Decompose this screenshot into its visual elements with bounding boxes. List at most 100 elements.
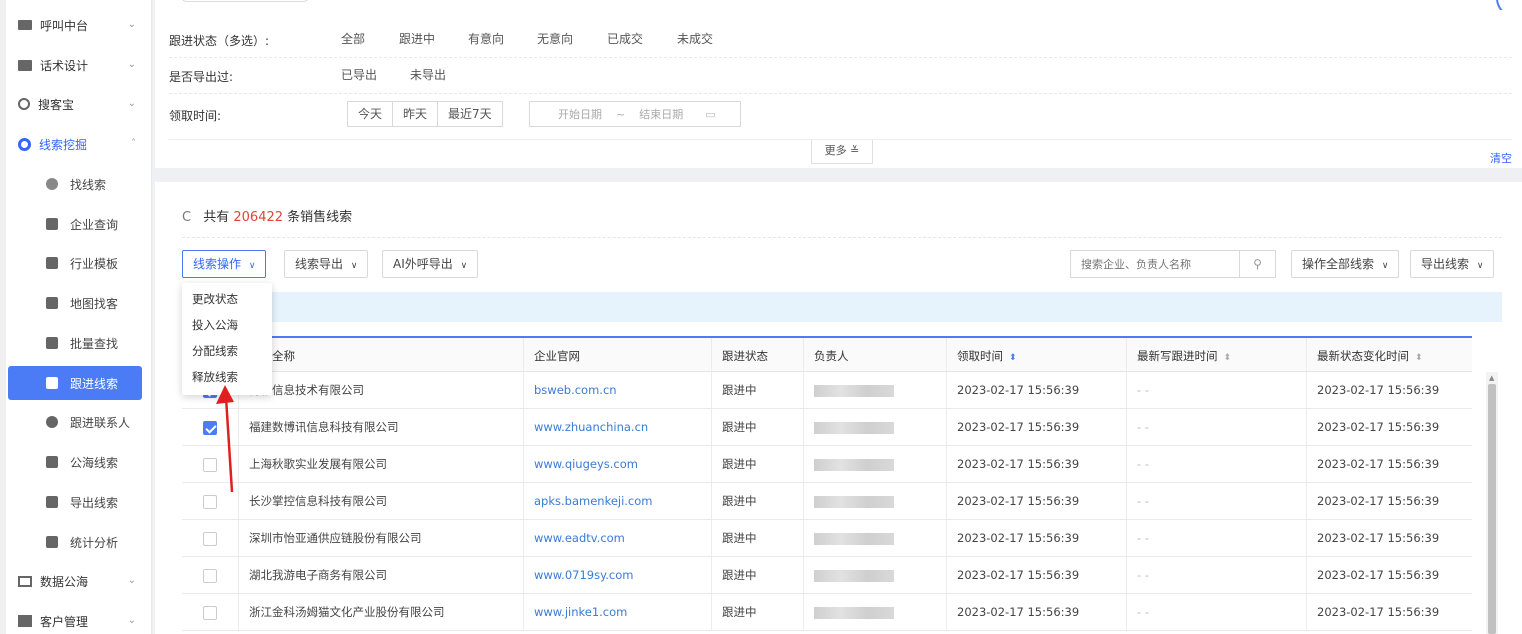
ai-export-label: AI外呼导出 (393, 257, 453, 271)
follow-status: 跟进中 (711, 409, 803, 445)
owner-name (803, 372, 946, 408)
menu-script-design[interactable]: 话术设计 ⌄ (0, 46, 152, 84)
menu-item-release-leads[interactable]: 释放线索 (182, 364, 272, 390)
company-website[interactable]: www.jinke1.com (523, 594, 711, 630)
company-website[interactable]: www.0719sy.com (523, 557, 711, 593)
status-option-interested[interactable]: 有意向 (468, 24, 504, 54)
sidebar-item-batch-search[interactable]: 批量查找 (0, 324, 152, 362)
company-name[interactable]: 浙江金科汤姆猫文化产业股份有限公司 (238, 594, 523, 630)
last-follow-time: - - (1126, 520, 1306, 556)
row-checkbox[interactable] (203, 457, 217, 472)
table-row[interactable]: 上海秋歌实业发展有限公司 www.qiugeys.com 跟进中 2023-02-17… (182, 446, 1472, 483)
time-today-button[interactable]: 今天 (348, 102, 394, 126)
status-option-not-closed[interactable]: 未成交 (677, 24, 713, 54)
company-website[interactable]: www.zhuanchina.cn (523, 409, 711, 445)
menu-item-move-to-pool[interactable]: 投入公海 (182, 312, 272, 338)
row-checkbox[interactable] (203, 605, 217, 620)
status-option-closed[interactable]: 已成交 (607, 24, 643, 54)
row-checkbox[interactable] (203, 568, 217, 583)
redacted-owner (814, 458, 894, 471)
table-row[interactable]: 福建数博讯信息科技有限公司 www.zhuanchina.cn 跟进中 2023-02… (182, 409, 1472, 446)
ai-export-dropdown[interactable]: AI外呼导出 ∨ (382, 250, 479, 278)
sort-icon[interactable]: ⬍ (1009, 353, 1017, 363)
search-icon[interactable]: ⚲ (1239, 251, 1275, 277)
scrollbar-thumb[interactable] (1488, 384, 1496, 634)
export-leads-dropdown[interactable]: 导出线索 ∨ (1410, 250, 1495, 278)
lead-export-dropdown[interactable]: 线索导出 ∨ (284, 250, 369, 278)
menu-item-assign-leads[interactable]: 分配线索 (182, 338, 272, 364)
menu-label: 呼叫中台 (40, 18, 89, 33)
sort-icon[interactable]: ⬍ (1224, 353, 1232, 363)
menu-data-pool[interactable]: 数据公海 ⌄ (0, 562, 152, 600)
owner-name (803, 557, 946, 593)
menu-item-change-status[interactable]: 更改状态 (182, 286, 272, 312)
sort-icon[interactable]: ⬍ (1415, 353, 1423, 363)
op-all-label: 操作全部线索 (1302, 257, 1375, 271)
op-all-leads-dropdown[interactable]: 操作全部线索 ∨ (1291, 250, 1400, 278)
status-change-time: 2023-02-17 15:56:39 (1306, 409, 1472, 445)
menu-label: 话术设计 (40, 58, 89, 73)
chevron-down-icon: ∨ (460, 261, 468, 271)
sidebar-item-export-leads[interactable]: 导出线索 (0, 483, 152, 521)
menu-label: 数据公海 (40, 574, 89, 589)
menu-lead-mining[interactable]: 线索挖掘 ˄ (0, 125, 152, 163)
chevron-down-icon: ⌄ (127, 98, 136, 109)
company-name[interactable]: 湖北我游电子商务有限公司 (238, 557, 523, 593)
col-last-follow[interactable]: 最新写跟进时间 ⬍ (1126, 338, 1306, 371)
template-icon (46, 257, 58, 269)
time-yesterday-button[interactable]: 昨天 (393, 102, 439, 126)
date-range-picker[interactable]: 开始日期 ~ 结束日期 ▭ (529, 101, 741, 127)
company-name[interactable]: 深圳市怡亚通供应链股份有限公司 (238, 520, 523, 556)
more-filters-button[interactable]: 更多 ≚ (811, 140, 873, 164)
lead-ops-dropdown[interactable]: 线索操作 ∨ (182, 250, 267, 278)
status-option-all[interactable]: 全部 (341, 24, 365, 54)
end-date-field[interactable]: 结束日期 (639, 106, 683, 122)
table-row[interactable]: 湖北我游电子商务有限公司 www.0719sy.com 跟进中 2023-02-17 … (182, 557, 1472, 594)
row-checkbox[interactable] (203, 420, 217, 435)
refresh-icon[interactable]: C (182, 210, 191, 225)
col-company: 企业全称 (238, 338, 523, 371)
col-status-change[interactable]: 最新状态变化时间 ⬍ (1306, 338, 1472, 371)
clear-filters-link[interactable]: 清空 (1490, 150, 1512, 166)
table-row[interactable]: 博杉信息技术有限公司 bsweb.com.cn 跟进中 2023-02-17 15:5… (182, 372, 1472, 409)
claim-time: 2023-02-17 15:56:39 (946, 372, 1126, 408)
sidebar-item-follow-contacts[interactable]: 跟进联系人 (0, 403, 152, 441)
status-option-following[interactable]: 跟进中 (399, 24, 435, 54)
row-checkbox[interactable] (203, 494, 217, 509)
row-checkbox[interactable] (203, 531, 217, 546)
sidebar-item-company-query[interactable]: 企业查询 (0, 205, 152, 243)
menu-customer-mgmt[interactable]: 客户管理 ⌄ (0, 602, 152, 634)
company-name[interactable]: 上海秋歌实业发展有限公司 (238, 446, 523, 482)
company-website[interactable]: www.qiugeys.com (523, 446, 711, 482)
company-name[interactable]: 长沙掌控信息科技有限公司 (238, 483, 523, 519)
company-website[interactable]: bsweb.com.cn (523, 372, 711, 408)
company-name[interactable]: 福建数博讯信息科技有限公司 (238, 409, 523, 445)
exported-option-yes[interactable]: 已导出 (341, 60, 377, 90)
search-input[interactable] (1071, 251, 1239, 277)
table-row[interactable]: 长沙掌控信息科技有限公司 apks.bamenkeji.com 跟进中 2023-02… (182, 483, 1472, 520)
sidebar-item-find-leads[interactable]: 找线索 (0, 165, 152, 203)
sidebar-item-industry-template[interactable]: 行业模板 (0, 244, 152, 282)
time-7days-button[interactable]: 最近7天 (438, 102, 502, 126)
sidebar-item-follow-leads[interactable]: 跟进线索 (8, 366, 142, 400)
scroll-up-icon[interactable]: ▲ (1489, 374, 1494, 382)
company-name[interactable]: 博杉信息技术有限公司 (238, 372, 523, 408)
chevron-down-icon: ⌄ (127, 615, 136, 626)
start-date-field[interactable]: 开始日期 (558, 106, 602, 122)
table-scrollbar[interactable]: ▲ (1486, 372, 1498, 634)
sidebar-item-map-search[interactable]: 地图找客 (0, 284, 152, 322)
menu-soukebao[interactable]: 搜客宝 ⌄ (0, 85, 152, 123)
exported-option-no[interactable]: 未导出 (410, 60, 446, 90)
filter-label: 跟进状态（多选）: (169, 34, 270, 48)
sidebar-item-label: 行业模板 (70, 256, 119, 271)
table-row[interactable]: 深圳市怡亚通供应链股份有限公司 www.eadtv.com 跟进中 2023-02-1… (182, 520, 1472, 557)
sidebar-item-statistics[interactable]: 统计分析 (0, 523, 152, 561)
table-row[interactable]: 浙江金科汤姆猫文化产业股份有限公司 www.jinke1.com 跟进中 2023-0… (182, 594, 1472, 631)
col-claim-time[interactable]: 领取时间 ⬍ (946, 338, 1126, 371)
company-website[interactable]: www.eadtv.com (523, 520, 711, 556)
company-website[interactable]: apks.bamenkeji.com (523, 483, 711, 519)
sidebar-item-public-leads[interactable]: 公海线索 (0, 443, 152, 481)
customer-icon (18, 615, 32, 627)
menu-call-center[interactable]: 呼叫中台 ⌄ (0, 6, 152, 44)
status-option-not-interested[interactable]: 无意向 (537, 24, 573, 54)
